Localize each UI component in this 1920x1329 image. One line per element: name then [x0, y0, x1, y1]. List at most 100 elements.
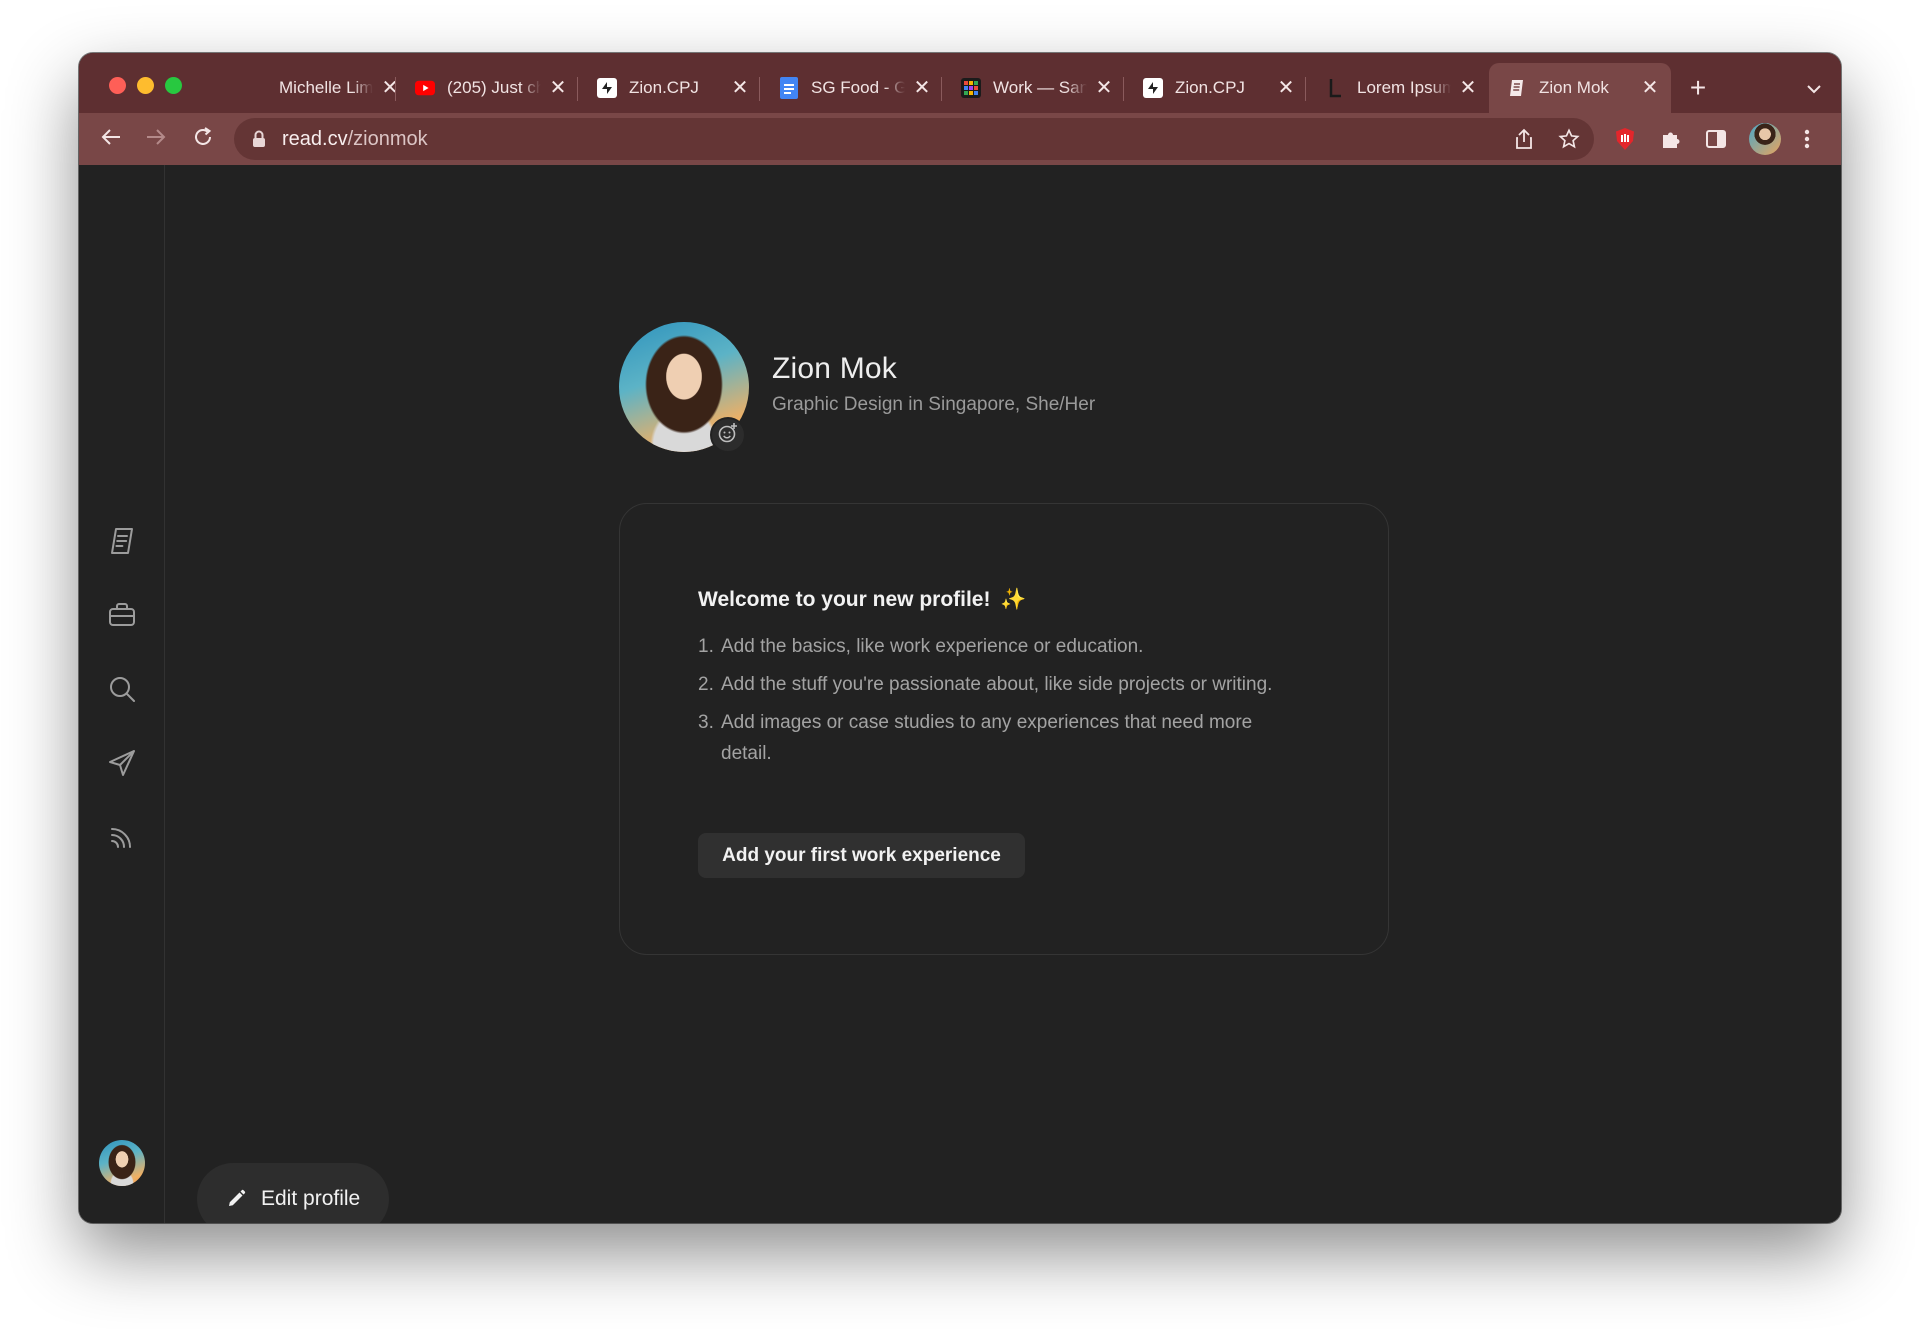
tab-sg-food[interactable]: SG Food - Google Docs ✕ — [761, 63, 943, 113]
kebab-menu-icon[interactable] — [1793, 125, 1821, 153]
close-icon[interactable]: ✕ — [1457, 77, 1479, 99]
sidebar — [79, 165, 165, 1223]
youtube-icon — [415, 78, 435, 98]
tab-strip: Michelle Lim ✕ (205) Just chill ✕ Zion.C… — [79, 53, 1841, 113]
tab-divider — [395, 77, 396, 101]
bookmark-star-icon[interactable] — [1555, 125, 1583, 153]
search-icon — [108, 675, 136, 708]
tab-title: Zion.CPJ — [1175, 78, 1245, 97]
tab-title: Zion.CPJ — [629, 78, 699, 97]
url-path: /zionmok — [347, 127, 428, 150]
reload-icon — [192, 126, 214, 153]
edit-profile-label: Edit profile — [261, 1187, 361, 1210]
step-text: Add the basics, like work experience or … — [721, 636, 1144, 657]
close-window-button[interactable] — [109, 77, 126, 94]
url-text: read.cv/zionmok — [282, 128, 428, 151]
close-icon[interactable]: ✕ — [547, 77, 569, 99]
read-cv-icon — [1507, 78, 1527, 98]
add-status-button[interactable] — [710, 417, 746, 453]
blank-icon — [247, 78, 267, 98]
browser-toolbar: read.cv/zionmok — [79, 113, 1841, 165]
tab-divider — [1123, 77, 1124, 101]
close-icon[interactable]: ✕ — [911, 77, 933, 99]
close-icon[interactable]: ✕ — [1275, 77, 1297, 99]
step-number: 1. — [698, 636, 714, 657]
list-item: 1. Add the basics, like work experience … — [698, 631, 1298, 662]
step-text: Add images or case studies to any experi… — [721, 712, 1253, 764]
google-docs-icon — [779, 77, 799, 99]
tab-zion-mok[interactable]: Zion Mok ✕ — [1489, 63, 1671, 113]
feed-icon — [108, 823, 136, 856]
tab-divider — [577, 77, 578, 101]
back-button[interactable] — [97, 125, 125, 153]
reload-button[interactable] — [189, 125, 217, 153]
tab-title: Zion Mok — [1539, 78, 1609, 97]
sidebar-item-search[interactable] — [106, 675, 138, 707]
welcome-card: Welcome to your new profile! ✨ 1. Add th… — [619, 503, 1389, 955]
minimize-window-button[interactable] — [137, 77, 154, 94]
sidebar-item-cv[interactable] — [106, 527, 138, 559]
welcome-title: Welcome to your new profile! ✨ — [698, 588, 1026, 612]
new-tab-button[interactable]: + — [1683, 73, 1713, 103]
url-host: read.cv — [282, 127, 348, 150]
list-item: 3. Add images or case studies to any exp… — [698, 707, 1298, 769]
close-icon[interactable]: ✕ — [1093, 77, 1115, 99]
tab-search-button[interactable] — [1799, 75, 1829, 105]
onboarding-steps: 1. Add the basics, like work experience … — [698, 631, 1298, 776]
arrow-right-icon — [145, 127, 167, 152]
forward-button[interactable] — [142, 125, 170, 153]
send-icon — [107, 748, 137, 783]
briefcase-icon — [108, 602, 136, 633]
emoji-add-icon — [717, 422, 739, 449]
edit-profile-button[interactable]: Edit profile — [197, 1163, 389, 1223]
cv-icon — [108, 526, 136, 561]
tab-title: Lorem Ipsum — [1357, 78, 1451, 97]
tab-zion-cpj-2[interactable]: Zion.CPJ ✕ — [1125, 63, 1307, 113]
tab-youtube[interactable]: (205) Just chill ✕ — [397, 63, 579, 113]
share-icon[interactable] — [1510, 125, 1538, 153]
close-icon[interactable]: ✕ — [1639, 77, 1661, 99]
lock-icon — [250, 130, 268, 148]
tab-divider — [941, 77, 942, 101]
tab-divider — [1305, 77, 1306, 101]
calendar-app-icon — [961, 78, 981, 98]
sidebar-item-jobs[interactable] — [106, 601, 138, 633]
avatar-image — [99, 1140, 145, 1186]
tab-divider — [759, 77, 760, 101]
tab-lorem-ipsum[interactable]: Lorem Ipsum ✕ — [1307, 63, 1489, 113]
tab-zion-cpj[interactable]: Zion.CPJ ✕ — [579, 63, 761, 113]
profile-name: Zion Mok — [772, 352, 897, 385]
welcome-title-text: Welcome to your new profile! — [698, 588, 991, 611]
zoom-window-button[interactable] — [165, 77, 182, 94]
sidebar-item-messages[interactable] — [106, 749, 138, 781]
close-icon[interactable]: ✕ — [729, 77, 751, 99]
cargo-icon — [1143, 78, 1163, 98]
adblock-extension-icon[interactable] — [1611, 125, 1639, 153]
sparkle-icon: ✨ — [1000, 588, 1027, 611]
tab-michelle[interactable]: Michelle Lim ✕ — [229, 63, 411, 113]
step-number: 2. — [698, 674, 714, 695]
sidebar-item-feed[interactable] — [106, 823, 138, 855]
browser-window: Michelle Lim ✕ (205) Just chill ✕ Zion.C… — [79, 53, 1841, 1223]
browser-profile-avatar[interactable] — [1749, 123, 1781, 155]
tab-title: SG Food - Google Docs — [811, 78, 905, 97]
puzzle-extensions-icon[interactable] — [1657, 125, 1685, 153]
lorem-icon — [1325, 78, 1345, 98]
page-content: Zion Mok Graphic Design in Singapore, Sh… — [79, 165, 1841, 1223]
list-item: 2. Add the stuff you're passionate about… — [698, 669, 1298, 700]
tab-title: Michelle Lim — [279, 78, 373, 97]
tab-work[interactable]: Work — Sans ✕ — [943, 63, 1125, 113]
profile-subtitle: Graphic Design in Singapore, She/Her — [772, 394, 1096, 415]
chevron-down-icon — [1806, 81, 1822, 99]
step-number: 3. — [698, 712, 714, 733]
side-panel-icon[interactable] — [1702, 125, 1730, 153]
arrow-left-icon — [100, 127, 122, 152]
add-work-experience-button[interactable]: Add your first work experience — [698, 833, 1025, 878]
address-bar[interactable]: read.cv/zionmok — [234, 118, 1594, 160]
step-text: Add the stuff you're passionate about, l… — [721, 674, 1273, 695]
pencil-icon — [225, 1188, 247, 1210]
account-avatar[interactable] — [99, 1140, 145, 1186]
cargo-icon — [597, 78, 617, 98]
tab-title: Work — Sans — [993, 78, 1087, 97]
tab-title: (205) Just chill — [447, 78, 541, 97]
